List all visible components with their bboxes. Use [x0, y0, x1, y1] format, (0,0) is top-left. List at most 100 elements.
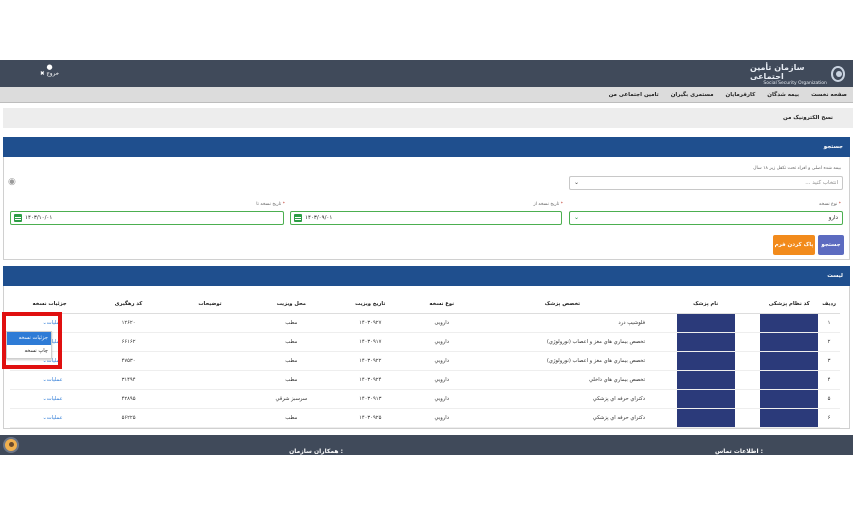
- redacted-block: [760, 370, 819, 389]
- operations-button[interactable]: عملیات⌄: [36, 377, 62, 383]
- clear-form-button[interactable]: پاک کردن فرم: [773, 235, 815, 255]
- footer-contact-heading: اطلاعات تماس :: [714, 448, 763, 455]
- cell-medical-code: [760, 389, 819, 409]
- nav-item-home[interactable]: صفحه نخست: [811, 92, 847, 98]
- redacted-block: [760, 351, 819, 370]
- logo-title-fa: سازمان تأمین اجتماعی: [750, 62, 805, 81]
- cell-doctor-name: [651, 351, 761, 371]
- column-header-index: ردیف: [818, 295, 840, 314]
- organization-logo[interactable]: سازمان تأمین اجتماعی Social Security Org…: [750, 62, 845, 86]
- redacted-block: [676, 313, 735, 332]
- search-button[interactable]: جستجو: [818, 235, 844, 255]
- redacted-block: [676, 389, 735, 408]
- date-to-label: * تاریخ نسخه تا: [256, 202, 285, 207]
- cell-type: دارويي: [409, 370, 474, 390]
- logo-title-en: Social Security Organization: [763, 80, 827, 86]
- column-header-visit-date: تاریخ ویزیت: [330, 295, 410, 314]
- cell-visit-place: مطب: [251, 351, 331, 371]
- cell-visit-date: ۱۴۰۳۰۹۲۴: [330, 370, 410, 390]
- top-header-bar: سازمان تأمین اجتماعی Social Security Org…: [0, 60, 853, 87]
- date-from-label: * تاریخ نسخه از: [533, 202, 563, 207]
- cell-index: ۴: [818, 370, 840, 390]
- nav-item-my-social-security[interactable]: تامین اجتماعی من: [609, 92, 659, 98]
- logout-link[interactable]: ✖ خروج: [40, 71, 59, 77]
- insured-select[interactable]: انتخاب کنید ... ⌄: [569, 176, 843, 190]
- prescription-type-select[interactable]: دارو ⌄: [569, 211, 843, 225]
- cell-description: [168, 313, 252, 333]
- cell-operations[interactable]: عملیات⌄: [10, 370, 90, 390]
- cell-doctor-name: [651, 332, 761, 352]
- date-to-input[interactable]: ۱۴۰۳/۱۰/۰۱: [10, 211, 284, 225]
- prescription-type-value: دارو: [828, 215, 838, 221]
- cell-specialty: دکتراي حرفه اي پزشكي: [473, 408, 652, 428]
- chevron-down-icon: ⌄: [574, 179, 580, 186]
- eye-slash-icon[interactable]: ◉: [8, 177, 19, 187]
- date-to-value: ۱۴۰۳/۱۰/۰۱: [25, 215, 53, 221]
- cell-medical-code: [760, 351, 819, 371]
- insured-label: بیمه شده اصلی و افراد تحت تکفل زیر ۱۸ سا…: [753, 166, 841, 171]
- cell-description: [168, 408, 252, 428]
- redacted-block: [676, 370, 735, 389]
- cell-description: [168, 351, 252, 371]
- operations-button[interactable]: عملیات⌄: [36, 396, 62, 402]
- table-row: ۲ تخصص بیماري هاي مغز و اعصاب (نورولوژي)…: [10, 332, 840, 352]
- nav-item-pensioners[interactable]: مستمری بگیران: [671, 92, 714, 98]
- date-from-value: ۱۴۰۳/۰۹/۰۱: [305, 215, 333, 221]
- cell-visit-date: ۱۴۰۳۰۹۲۵: [330, 408, 410, 428]
- redacted-block: [676, 408, 735, 427]
- highlight-annotation-box: [2, 312, 62, 369]
- cell-operations[interactable]: عملیات⌄: [10, 389, 90, 409]
- column-header-details: جزئیات نسخه: [10, 295, 90, 314]
- list-panel-header: لیست: [3, 266, 850, 286]
- cell-visit-date: ۱۴۰۳۰۹۲۷: [330, 313, 410, 333]
- user-icon: ●: [46, 63, 53, 71]
- insured-select-placeholder: انتخاب کنید ...: [805, 180, 838, 186]
- table-row: ۴ تخصص بیماري هاي داخلي دارويي ۱۴۰۳۰۹۲۴ …: [10, 370, 840, 390]
- cell-visit-place: سرسبز شرقي: [251, 389, 331, 409]
- calendar-icon[interactable]: [14, 214, 22, 222]
- cell-medical-code: [760, 313, 819, 333]
- column-header-medical-code: کد نظام پزشکی: [760, 295, 819, 314]
- operations-button[interactable]: عملیات⌄: [36, 415, 62, 421]
- cell-specialty: تخصص بیماري هاي داخلي: [473, 370, 652, 390]
- calendar-icon[interactable]: [294, 214, 302, 222]
- date-from-input[interactable]: ۱۴۰۳/۰۹/۰۱: [290, 211, 562, 225]
- cell-index: ۱: [818, 313, 840, 333]
- emblem-icon: [830, 66, 845, 82]
- redacted-block: [760, 313, 819, 332]
- cell-tracking-code: ۴۲۸۹۵: [89, 389, 168, 409]
- redacted-block: [760, 332, 819, 351]
- cell-specialty: دکتراي حرفه اي پزشكي: [473, 389, 652, 409]
- cell-specialty: تخصص بیماري هاي مغز و اعصاب (نورولوژي): [473, 332, 652, 352]
- cell-doctor-name: [651, 313, 761, 333]
- cell-type: دارويي: [409, 389, 474, 409]
- cell-index: ۲: [818, 332, 840, 352]
- column-header-description: توضیحات: [168, 295, 252, 314]
- column-header-specialty: تخصص پزشک: [473, 295, 652, 314]
- column-header-type: نوع نسخه: [409, 295, 474, 314]
- cell-description: [168, 332, 252, 352]
- cell-type: دارويي: [409, 332, 474, 352]
- cell-tracking-code: ۵۶۲۲۵: [89, 408, 168, 428]
- search-panel: [3, 157, 850, 260]
- cell-description: [168, 370, 252, 390]
- cell-type: دارويي: [409, 408, 474, 428]
- cell-medical-code: [760, 408, 819, 428]
- prescription-type-label: * نوع نسخه: [819, 202, 841, 207]
- column-header-visit-place: محل ویزیت: [251, 295, 331, 314]
- cell-specialty: فلوشیپ درد: [473, 313, 652, 333]
- cell-type: دارويي: [409, 351, 474, 371]
- nav-item-insured[interactable]: بیمه شدگان: [767, 92, 799, 98]
- user-menu[interactable]: ● ✖ خروج: [40, 63, 59, 77]
- nav-item-employers[interactable]: کارفرمایان: [726, 92, 756, 98]
- chevron-down-icon: ⌄: [574, 214, 580, 221]
- cell-visit-date: ۱۴۰۳۰۹۱۳: [330, 389, 410, 409]
- support-chat-icon[interactable]: [3, 437, 19, 453]
- cell-index: ۳: [818, 351, 840, 371]
- cell-description: [168, 389, 252, 409]
- cell-operations[interactable]: عملیات⌄: [10, 408, 90, 428]
- table-row: ۱ فلوشیپ درد دارویی ۱۴۰۳۰۹۲۷ مطب ۱۲۶۲۰ ع…: [10, 313, 840, 333]
- cell-tracking-code: ۳۱۴۹۴: [89, 370, 168, 390]
- cell-specialty: تخصص بیماري هاي مغز و اعصاب (نورولوژي): [473, 351, 652, 371]
- cell-visit-place: مطب: [251, 370, 331, 390]
